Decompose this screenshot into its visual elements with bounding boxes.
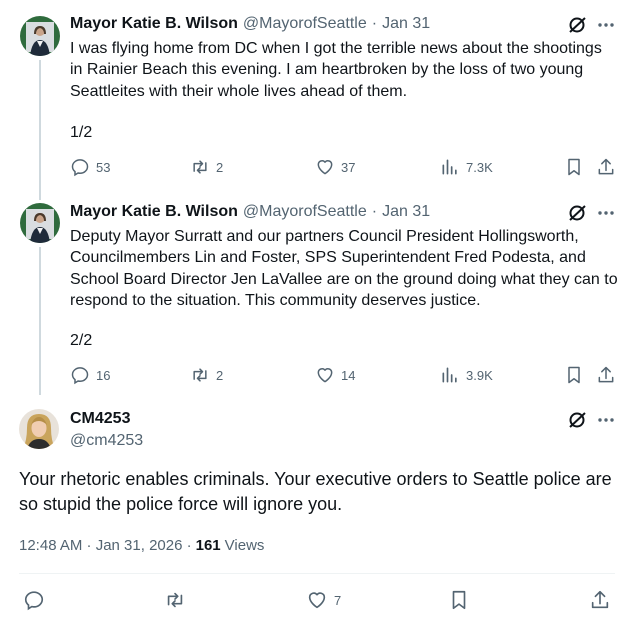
thread-line <box>39 60 41 200</box>
thread-counter: 1/2 <box>70 124 93 141</box>
repost-icon <box>167 592 183 608</box>
author-handle[interactable]: @cm4253 <box>70 432 143 450</box>
like-count: 37 <box>341 159 356 175</box>
views-button[interactable]: 7.3K <box>440 157 493 177</box>
author-handle[interactable]: @MayorofSeattle <box>243 203 367 221</box>
share-icon <box>598 366 614 383</box>
tweet-meta: 12:48 AM · Jan 31, 2026 · 161 Views <box>19 537 264 554</box>
share-icon <box>598 158 614 175</box>
repost-count: 2 <box>216 159 224 175</box>
author-name[interactable]: CM4253 <box>70 410 130 428</box>
tweet-date[interactable]: Jan 31 <box>382 203 430 221</box>
views-button[interactable]: 3.9K <box>440 365 493 385</box>
tweet-text: Deputy Mayor Surratt and our partners Co… <box>70 228 623 309</box>
bookmark-button[interactable] <box>448 589 470 611</box>
views-count: 161 <box>195 537 221 554</box>
tweet-text: I was flying home from DC when I got the… <box>70 40 607 100</box>
bookmark-button[interactable] <box>564 365 584 390</box>
separator: · <box>371 15 378 32</box>
share-button[interactable] <box>596 157 616 182</box>
like-button[interactable]: 7 <box>306 589 341 611</box>
more-icon[interactable] <box>596 15 616 40</box>
like-count: 14 <box>341 367 356 383</box>
timestamp[interactable]: 12:48 AM · Jan 31, 2026 · <box>19 537 192 554</box>
like-button[interactable]: 37 <box>315 157 355 177</box>
tweet-header: Mayor Katie B. Wilson @MayorofSeattle · … <box>70 203 430 221</box>
separator: · <box>371 203 378 220</box>
like-count: 7 <box>334 592 342 608</box>
grok-icon[interactable] <box>567 15 587 40</box>
avatar[interactable] <box>19 409 59 449</box>
analytics-icon <box>442 367 457 383</box>
grok-icon[interactable] <box>567 410 587 435</box>
heart-icon <box>317 368 333 383</box>
share-button[interactable] <box>589 589 611 611</box>
share-button[interactable] <box>596 365 616 390</box>
share-icon <box>591 590 609 609</box>
more-icon[interactable] <box>596 410 616 435</box>
reply-icon <box>71 159 89 177</box>
more-icon[interactable] <box>596 203 616 228</box>
thread-line <box>39 247 41 395</box>
heart-icon <box>317 160 333 175</box>
repost-count: 2 <box>216 367 224 383</box>
like-button[interactable]: 14 <box>315 365 355 385</box>
bookmark-icon <box>452 590 466 610</box>
reply-button[interactable] <box>23 589 45 611</box>
author-name[interactable]: Mayor Katie B. Wilson <box>70 203 238 221</box>
reply-icon <box>71 367 89 385</box>
repost-button[interactable]: 2 <box>190 365 223 385</box>
avatar[interactable] <box>20 16 60 56</box>
repost-icon <box>193 368 207 382</box>
tweet-header: Mayor Katie B. Wilson @MayorofSeattle · … <box>70 15 430 33</box>
divider <box>19 573 615 574</box>
bookmark-icon <box>568 366 580 384</box>
reply-text: Your rhetoric enables criminals. Your ex… <box>19 469 612 514</box>
avatar[interactable] <box>20 203 60 243</box>
reply-icon <box>24 591 44 611</box>
tweet-date[interactable]: Jan 31 <box>382 15 430 33</box>
author-handle[interactable]: @MayorofSeattle <box>243 15 367 33</box>
analytics-icon <box>442 159 457 175</box>
bookmark-button[interactable] <box>564 157 584 182</box>
reply-count: 53 <box>96 159 111 175</box>
reply-count: 16 <box>96 367 111 383</box>
views-count: 3.9K <box>466 367 493 383</box>
views-label: Views <box>224 537 265 554</box>
reply-button[interactable]: 53 <box>70 157 110 177</box>
heart-icon <box>308 592 326 609</box>
repost-button[interactable] <box>164 589 186 611</box>
repost-icon <box>193 160 207 174</box>
views-count: 7.3K <box>466 159 493 175</box>
thread-counter: 2/2 <box>70 332 93 349</box>
author-name[interactable]: Mayor Katie B. Wilson <box>70 15 238 33</box>
repost-button[interactable]: 2 <box>190 157 223 177</box>
reply-button[interactable]: 16 <box>70 365 110 385</box>
bookmark-icon <box>568 158 580 176</box>
grok-icon[interactable] <box>567 203 587 228</box>
